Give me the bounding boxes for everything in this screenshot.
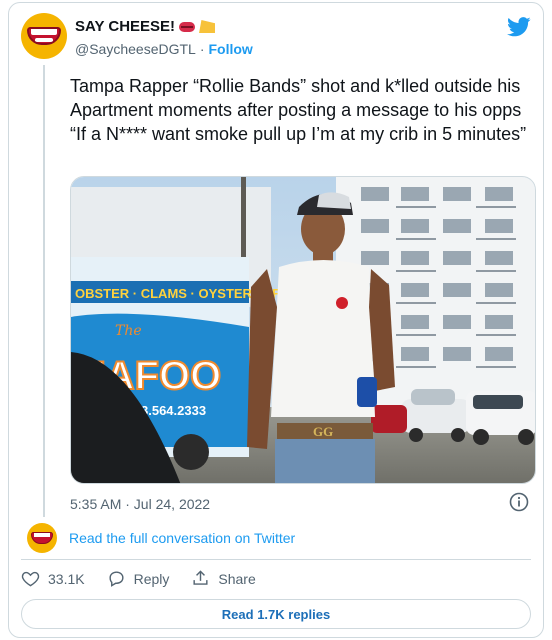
author-display-name[interactable]: SAY CHEESE!: [75, 18, 175, 35]
conversation-avatar: [27, 523, 57, 553]
thread-connector-line: [43, 65, 45, 517]
author-handle[interactable]: @SaycheeseDGTL: [75, 41, 196, 57]
tweet-timestamp[interactable]: 5:35 AM · Jul 24, 2022: [70, 496, 210, 512]
author-handle-row: @SaycheeseDGTL · Follow: [75, 41, 253, 57]
twitter-bird-icon[interactable]: [507, 17, 531, 37]
tweet-card: SAY CHEESE! @SaycheeseDGTL · Follow Tamp…: [8, 2, 544, 638]
tweet-text: Tampa Rapper “Rollie Bands” shot and k*l…: [70, 76, 527, 144]
truck-phone-text: 3.564.2333: [141, 403, 206, 418]
info-icon[interactable]: [509, 492, 529, 512]
tweet-photo[interactable]: OBSTER · CLAMS · OYSTERS · FI The EAFOO …: [70, 176, 536, 484]
share-icon: [193, 570, 208, 585]
belt-logo: GG: [313, 424, 333, 439]
follow-button[interactable]: Follow: [209, 41, 253, 57]
reply-button[interactable]: Reply: [107, 569, 170, 588]
lips-emoji-icon: [179, 21, 196, 32]
read-replies-button[interactable]: Read 1.7K replies: [21, 599, 531, 629]
author-avatar[interactable]: [21, 13, 67, 59]
cheese-emoji-icon: [199, 20, 216, 33]
author-name-row: SAY CHEESE!: [75, 18, 216, 35]
actions-divider: [21, 559, 531, 560]
read-conversation-link[interactable]: Read the full conversation on Twitter: [69, 530, 295, 546]
avatar-mouth-icon: [27, 27, 61, 45]
truck-brand-small-text: The: [115, 323, 142, 339]
conversation-row: Read the full conversation on Twitter: [27, 523, 295, 553]
reply-label: Reply: [133, 570, 170, 587]
like-button[interactable]: 33.1K: [21, 569, 85, 588]
heart-icon: [21, 571, 40, 587]
share-label: Share: [218, 570, 256, 587]
reply-bubble-icon: [109, 571, 124, 587]
handle-separator: ·: [199, 41, 205, 57]
photo-scene: OBSTER · CLAMS · OYSTERS · FI The EAFOO …: [71, 177, 535, 483]
tweet-actions: 33.1K Reply Share: [21, 569, 256, 588]
share-button[interactable]: Share: [191, 569, 256, 588]
like-count: 33.1K: [48, 570, 85, 587]
avatar-mouth-icon: [31, 532, 53, 544]
drink-can: [357, 377, 377, 407]
